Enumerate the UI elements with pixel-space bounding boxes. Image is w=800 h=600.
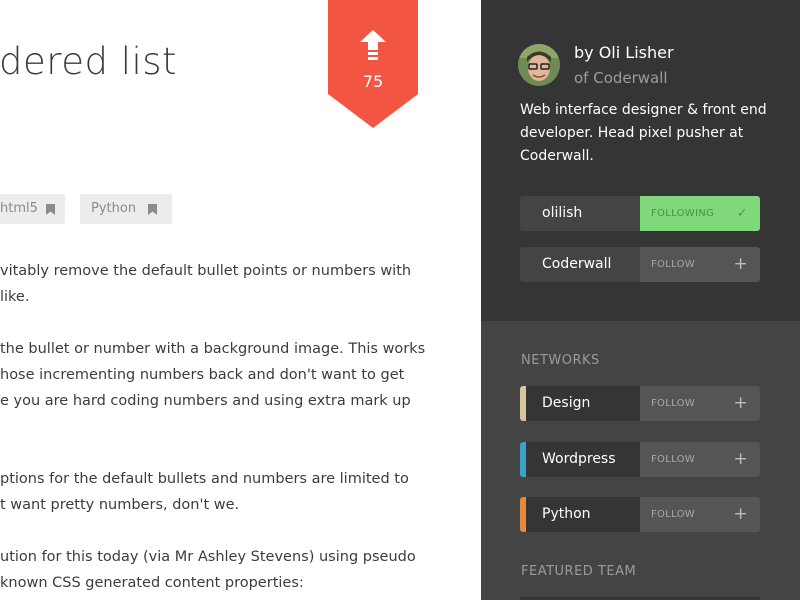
featured-team-heading: FEATURED TEAM: [521, 564, 637, 579]
follow-button[interactable]: FOLLOW +: [640, 497, 760, 532]
network-row-wordpress: Wordpress FOLLOW +: [520, 442, 760, 477]
author-profile: by Oli Lisher of Coderwall Web interface…: [481, 0, 800, 321]
button-label: FOLLOW: [651, 509, 695, 520]
follow-button[interactable]: FOLLOW +: [640, 442, 760, 477]
article-paragraph: vitably remove the default bullet points…: [0, 258, 411, 310]
avatar[interactable]: [518, 44, 560, 86]
bookmark-icon[interactable]: [46, 204, 55, 215]
paragraph-line: the bullet or number with a background i…: [0, 341, 426, 357]
author-organization[interactable]: of Coderwall: [574, 69, 668, 87]
follow-row-olilish: olilish FOLLOWING ✓: [520, 196, 760, 231]
upvote-ribbon: [328, 0, 418, 128]
button-label: FOLLOWING: [651, 208, 715, 219]
bookmark-icon[interactable]: [148, 204, 157, 215]
plus-icon: +: [733, 449, 748, 469]
follow-button[interactable]: FOLLOW +: [640, 386, 760, 421]
button-label: FOLLOW: [651, 398, 695, 409]
plus-icon: +: [733, 393, 748, 413]
upvote-arrow-icon: [360, 30, 386, 60]
author-name[interactable]: by Oli Lisher: [574, 43, 674, 62]
paragraph-line: ution for this today (via Mr Ashley Stev…: [0, 549, 416, 565]
paragraph-line: t want pretty numbers, don't we.: [0, 497, 240, 513]
network-row-design: Design FOLLOW +: [520, 386, 760, 421]
button-label: FOLLOW: [651, 259, 695, 270]
network-name[interactable]: Design: [526, 386, 640, 421]
network-name[interactable]: Wordpress: [526, 442, 640, 477]
article-paragraph: ution for this today (via Mr Ashley Stev…: [0, 544, 416, 596]
following-button[interactable]: FOLLOWING ✓: [640, 196, 760, 231]
tag-label: Python: [91, 201, 137, 216]
follow-name[interactable]: Coderwall: [520, 247, 640, 282]
paragraph-line: like.: [0, 289, 30, 305]
network-name[interactable]: Python: [526, 497, 640, 532]
networks-heading: NETWORKS: [521, 353, 600, 368]
article-title: rdered list: [0, 40, 178, 83]
follow-name[interactable]: olilish: [520, 196, 640, 231]
network-row-python: Python FOLLOW +: [520, 497, 760, 532]
avatar-image: [518, 44, 560, 86]
article-main: rdered list 75 html5 Python vitably remo…: [0, 0, 481, 600]
article-paragraph: ptions for the default bullets and numbe…: [0, 466, 409, 518]
tag-html5[interactable]: html5: [0, 194, 65, 224]
plus-icon: +: [733, 254, 748, 274]
paragraph-line: vitably remove the default bullet points…: [0, 263, 412, 279]
paragraph-line: hose incrementing numbers back and don't…: [0, 367, 405, 383]
tag-label: html5: [0, 201, 38, 216]
check-icon: ✓: [736, 206, 748, 221]
author-bio: Web interface designer & front end devel…: [520, 102, 767, 164]
paragraph-line: e you are hard coding numbers and using …: [0, 393, 411, 409]
plus-icon: +: [733, 504, 748, 524]
upvote-count: 75: [362, 72, 384, 91]
upvote-button[interactable]: 75: [328, 0, 418, 128]
paragraph-line: ptions for the default bullets and numbe…: [0, 471, 409, 487]
follow-button[interactable]: FOLLOW +: [640, 247, 760, 282]
follow-row-coderwall: Coderwall FOLLOW +: [520, 247, 760, 282]
button-label: FOLLOW: [651, 454, 695, 465]
paragraph-line: known CSS generated content properties:: [0, 575, 304, 591]
sidebar: by Oli Lisher of Coderwall Web interface…: [481, 0, 800, 600]
tag-python[interactable]: Python: [80, 194, 172, 224]
article-paragraph: the bullet or number with a background i…: [0, 336, 425, 414]
